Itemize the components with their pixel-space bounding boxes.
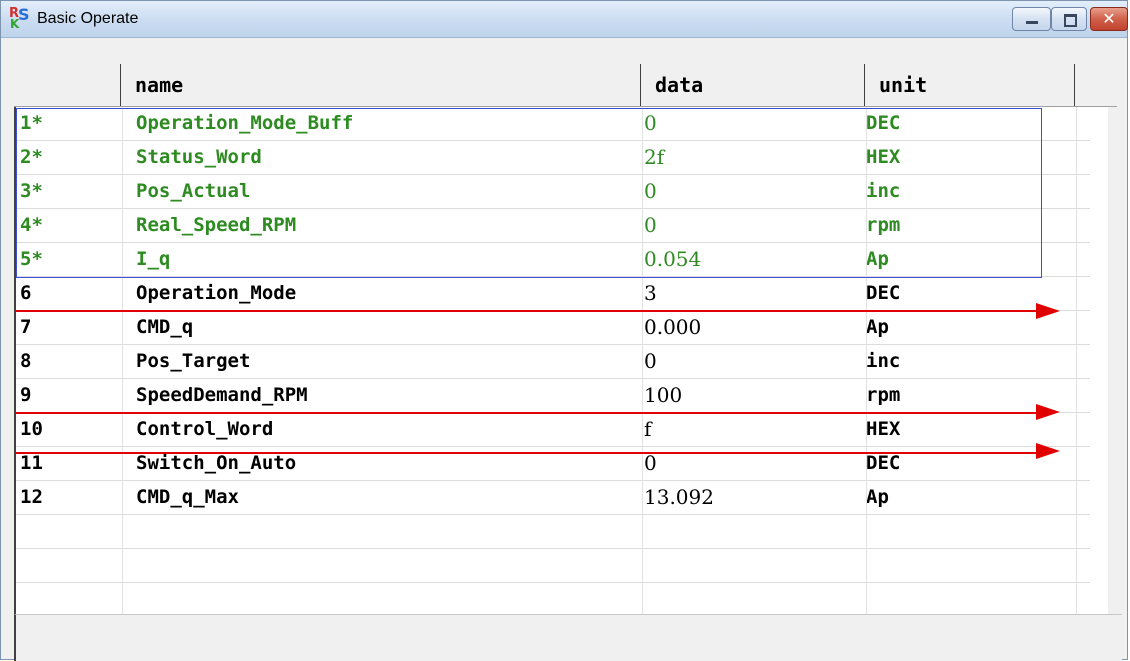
cell-name: I_q	[136, 248, 171, 270]
annotation-arrow-line	[16, 310, 1036, 312]
table-row[interactable]: 7 CMD_q 0.000 Ap	[16, 311, 1090, 345]
column-header-unit[interactable]: unit	[865, 64, 1075, 106]
cell-name: Real_Speed_RPM	[136, 214, 297, 236]
cell-no: 10	[20, 418, 43, 440]
cell-name: Pos_Actual	[136, 180, 251, 202]
annotation-arrow-line	[16, 452, 1036, 454]
table-row[interactable]: 9 SpeedDemand_RPM 100 rpm	[16, 379, 1090, 413]
table-row[interactable]: 2* Status_Word 2f HEX	[16, 141, 1090, 175]
cell-unit: HEX	[866, 146, 901, 168]
cell-no: 9	[20, 384, 32, 406]
cell-no: 12	[20, 486, 43, 508]
table-row[interactable]: 1* Operation_Mode_Buff 0 DEC	[16, 107, 1090, 141]
column-header-data[interactable]: data	[641, 64, 865, 106]
annotation-arrow-line	[16, 412, 1036, 414]
cell-name: Operation_Mode_Buff	[136, 112, 354, 134]
annotation-arrowhead	[1036, 404, 1060, 420]
close-icon: ✕	[1102, 9, 1116, 28]
cell-data[interactable]: 13.092	[644, 481, 714, 514]
cell-name: CMD_q_Max	[136, 486, 239, 508]
cell-no: 6	[20, 282, 32, 304]
cell-unit: DEC	[866, 282, 901, 304]
title-bar[interactable]: RKS Basic Operate ✕	[1, 1, 1128, 38]
cell-no: 3*	[20, 180, 43, 202]
cell-data[interactable]: f	[644, 413, 651, 446]
cell-no: 5*	[20, 248, 43, 270]
window-title: Basic Operate	[37, 10, 139, 27]
close-button[interactable]: ✕	[1090, 7, 1128, 31]
cell-unit: rpm	[866, 384, 901, 406]
table-row[interactable]	[16, 515, 1090, 549]
cell-name: CMD_q	[136, 316, 194, 338]
column-header-no[interactable]	[14, 64, 121, 106]
cell-data[interactable]: 0	[644, 175, 657, 208]
table-row[interactable]	[16, 549, 1090, 583]
cell-data[interactable]: 0.054	[644, 243, 701, 276]
minimize-icon	[1026, 21, 1038, 24]
cell-name: Status_Word	[136, 146, 262, 168]
cell-data[interactable]: 0.000	[644, 311, 701, 344]
cell-unit: Ap	[866, 486, 889, 508]
cell-name: Pos_Target	[136, 350, 251, 372]
cell-no: 1*	[20, 112, 43, 134]
cell-name: Control_Word	[136, 418, 274, 440]
cell-unit: Ap	[866, 316, 889, 338]
cell-data[interactable]: 2f	[644, 141, 664, 174]
cell-data[interactable]: 0	[644, 107, 657, 140]
cell-data[interactable]: 100	[644, 379, 682, 412]
cell-no: 7	[20, 316, 32, 338]
cell-data[interactable]: 0	[644, 209, 657, 242]
cell-unit: HEX	[866, 418, 901, 440]
table-row[interactable]: 8 Pos_Target 0 inc	[16, 345, 1090, 379]
column-header-name[interactable]: name	[121, 64, 641, 106]
table-row[interactable]: 3* Pos_Actual 0 inc	[16, 175, 1090, 209]
table-row[interactable]: 12 CMD_q_Max 13.092 Ap	[16, 481, 1090, 515]
minimize-button[interactable]	[1012, 7, 1051, 31]
cell-unit: inc	[866, 180, 901, 202]
cell-no: 4*	[20, 214, 43, 236]
cell-unit: Ap	[866, 248, 889, 270]
rs-logo-icon: RKS	[9, 5, 30, 31]
column-divider	[122, 107, 123, 651]
table-row[interactable]: 4* Real_Speed_RPM 0 rpm	[16, 209, 1090, 243]
table-header: name data unit	[14, 64, 1117, 107]
table-row[interactable]	[16, 583, 1090, 617]
cell-unit: DEC	[866, 112, 901, 134]
maximize-icon	[1064, 14, 1077, 27]
cell-name: Operation_Mode	[136, 282, 297, 304]
cell-unit: rpm	[866, 214, 901, 236]
table-row[interactable]: 6 Operation_Mode 3 DEC	[16, 277, 1090, 311]
table-row[interactable]: 10 Control_Word f HEX	[16, 413, 1090, 447]
cell-name: SpeedDemand_RPM	[136, 384, 308, 406]
status-bar	[14, 614, 1122, 661]
cell-no: 2*	[20, 146, 43, 168]
column-divider	[642, 107, 643, 651]
annotation-arrowhead	[1036, 303, 1060, 319]
column-divider	[1076, 107, 1077, 651]
cell-unit: inc	[866, 350, 901, 372]
cell-no: 8	[20, 350, 32, 372]
maximize-button[interactable]	[1051, 7, 1087, 31]
annotation-arrowhead	[1036, 443, 1060, 459]
cell-data[interactable]: 3	[644, 277, 657, 310]
cell-data[interactable]: 0	[644, 345, 657, 378]
table-row[interactable]: 5* I_q 0.054 Ap	[16, 243, 1090, 277]
column-divider	[866, 107, 867, 651]
